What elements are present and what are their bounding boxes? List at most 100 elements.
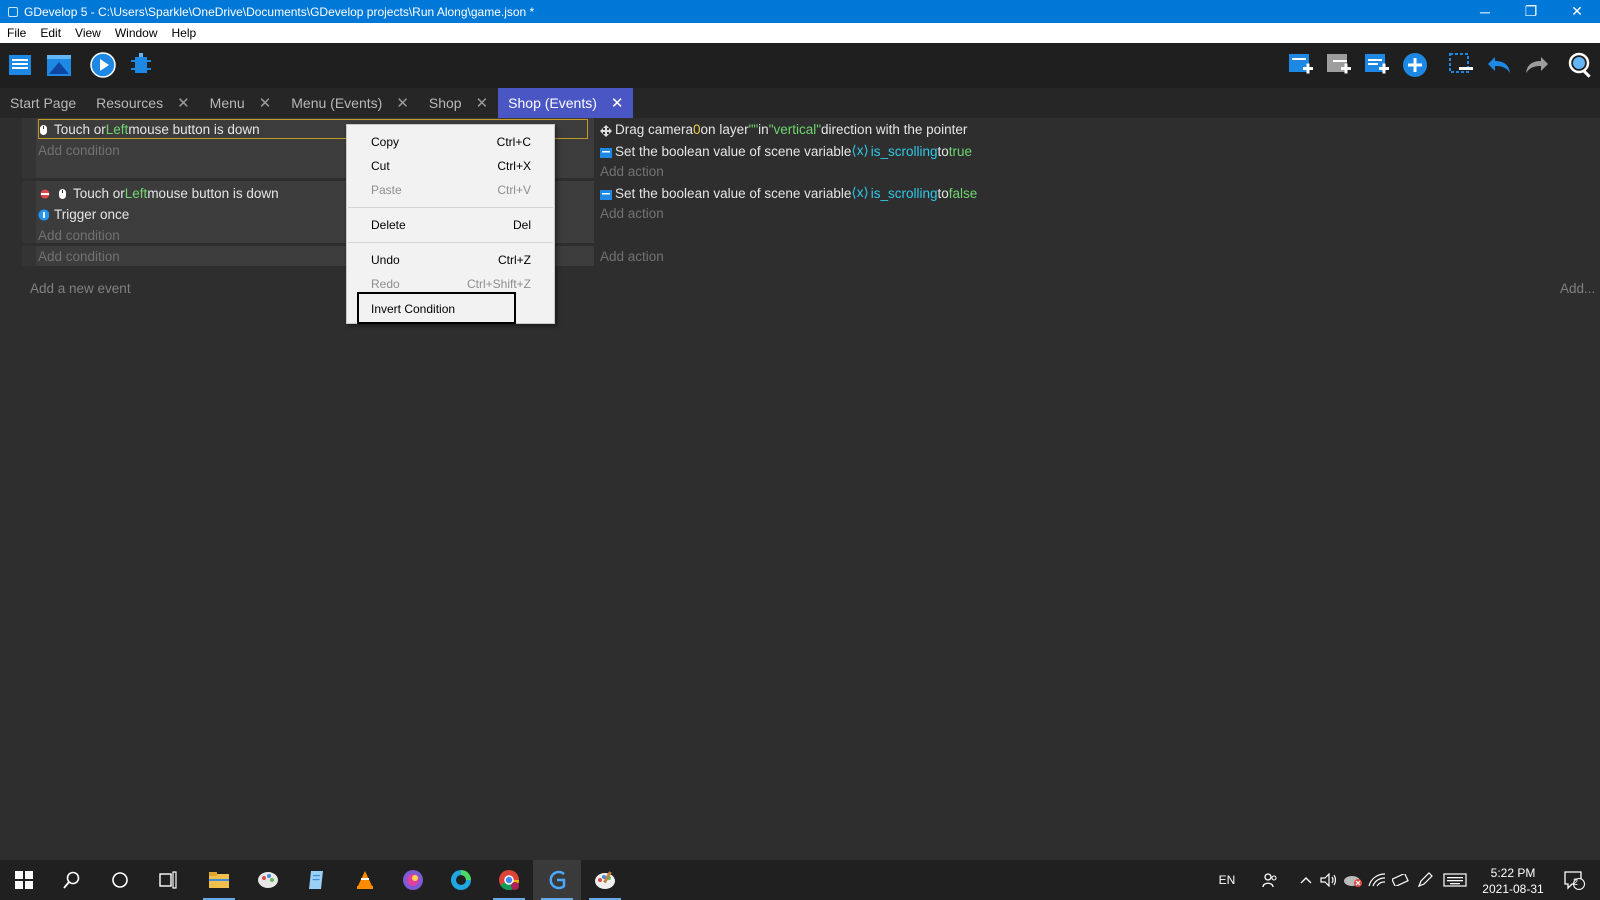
add-other-icon[interactable] (1400, 51, 1430, 79)
notepad-icon[interactable] (292, 860, 340, 900)
event-drag-handle[interactable] (22, 181, 36, 243)
add-action-link[interactable]: Add action (600, 206, 664, 221)
debugger-icon[interactable] (126, 51, 156, 79)
close-tab-icon[interactable]: ✕ (611, 94, 624, 112)
photos-icon[interactable] (389, 860, 437, 900)
paint-3d-icon[interactable] (244, 860, 292, 900)
people-icon[interactable] (1258, 860, 1282, 900)
action-text: direction with the pointer (821, 122, 968, 137)
project-manager-icon[interactable] (6, 51, 36, 79)
menu-item-cut[interactable]: Cut Ctrl+X (371, 159, 531, 173)
tab-label: Shop (428, 95, 462, 111)
menu-item-label: Undo (371, 253, 400, 267)
add-new-event-link[interactable]: Add a new event (30, 281, 131, 296)
variable-icon (600, 188, 612, 200)
close-tab-icon[interactable]: ✕ (396, 94, 409, 112)
action-param: is_scrolling (870, 185, 938, 201)
pen-icon[interactable] (1414, 860, 1436, 900)
mouse-icon (38, 124, 49, 136)
menu-file[interactable]: File (0, 26, 33, 40)
keyboard-icon[interactable] (1440, 860, 1470, 900)
search-icon[interactable] (1566, 51, 1596, 79)
undo-icon[interactable] (1484, 51, 1514, 79)
editor-tabs: Start Page Resources ✕ Menu ✕ Menu (Even… (0, 88, 1600, 118)
chrome-icon[interactable] (485, 860, 533, 900)
tab-start-page[interactable]: Start Page (0, 88, 86, 118)
add-sub-event-icon[interactable] (1324, 51, 1354, 79)
add-condition-link[interactable]: Add condition (38, 249, 120, 264)
menu-item-shortcut: Del (512, 218, 531, 232)
add-action-link[interactable]: Add action (600, 249, 664, 264)
language-indicator[interactable]: EN (1214, 860, 1240, 900)
menu-item-label: Copy (371, 135, 400, 149)
add-action-link[interactable]: Add action (600, 164, 664, 179)
action-set-variable-false[interactable]: Set the boolean value of scene variable … (600, 185, 977, 201)
tab-label: Menu (209, 95, 245, 111)
vlc-icon[interactable] (341, 860, 389, 900)
inverted-icon (38, 188, 52, 200)
event-drag-handle[interactable] (22, 246, 36, 266)
scene-list-icon[interactable] (44, 51, 74, 79)
menu-window[interactable]: Window (108, 26, 165, 40)
action-set-variable-true[interactable]: Set the boolean value of scene variable … (600, 143, 972, 159)
wifi-icon[interactable] (1366, 860, 1388, 900)
redo-icon[interactable] (1522, 51, 1552, 79)
condition-mouse-down[interactable]: Touch or Left mouse button is down (38, 122, 260, 137)
windows-start-icon[interactable] (0, 860, 48, 900)
edge-icon[interactable] (437, 860, 485, 900)
add-condition-link[interactable]: Add condition (38, 228, 120, 243)
action-param: is_scrolling (870, 143, 938, 159)
menu-item-shortcut: Ctrl+V (497, 183, 531, 197)
close-tab-icon[interactable]: ✕ (476, 94, 489, 112)
menu-separator (348, 242, 553, 243)
menu-item-copy[interactable]: Copy Ctrl+C (371, 135, 531, 149)
menu-item-delete[interactable]: Delete Del (371, 218, 531, 232)
cortana-icon[interactable] (96, 860, 144, 900)
menu-item-label: Cut (371, 159, 390, 173)
tab-menu-events[interactable]: Menu (Events) ✕ (281, 88, 419, 118)
menu-edit[interactable]: Edit (33, 26, 68, 40)
condition-mouse-down-inverted[interactable]: Touch or Left mouse button is down (38, 186, 279, 201)
close-tab-icon[interactable]: ✕ (177, 94, 190, 112)
condition-text: Trigger once (54, 207, 130, 222)
condition-param: Left (124, 186, 148, 201)
menu-item-invert-condition[interactable]: Invert Condition (371, 302, 531, 316)
onedrive-error-icon[interactable] (1342, 860, 1364, 900)
paint-icon[interactable] (581, 860, 629, 900)
delete-event-icon[interactable] (1446, 51, 1476, 79)
file-explorer-icon[interactable] (195, 860, 243, 900)
menu-view[interactable]: View (68, 26, 108, 40)
close-window-button[interactable]: ✕ (1554, 0, 1600, 23)
chevron-up-icon[interactable] (1296, 860, 1316, 900)
menu-item-paste: Paste Ctrl+V (371, 183, 531, 197)
preview-play-icon[interactable] (88, 51, 118, 79)
add-condition-link[interactable]: Add condition (38, 143, 120, 158)
main-toolbar (0, 43, 1600, 88)
tab-menu[interactable]: Menu ✕ (200, 88, 282, 118)
notification-center-icon[interactable]: 2 (1556, 860, 1592, 900)
system-clock[interactable]: 5:22 PM 2021-08-31 (1476, 865, 1550, 897)
tab-shop-events[interactable]: Shop (Events) ✕ (498, 88, 634, 118)
tab-resources[interactable]: Resources ✕ (86, 88, 200, 118)
add-event-icon[interactable] (1286, 51, 1316, 79)
volume-icon[interactable] (1318, 860, 1340, 900)
add-comment-icon[interactable] (1362, 51, 1392, 79)
gdevelop-icon[interactable] (533, 860, 581, 900)
event-drag-handle[interactable] (22, 118, 36, 178)
condition-trigger-once[interactable]: Trigger once (38, 207, 129, 222)
action-drag-camera[interactable]: Drag camera 0 on layer "" in "vertical" … (600, 122, 967, 137)
restore-button[interactable]: ❐ (1508, 0, 1554, 23)
mouse-icon (57, 188, 68, 200)
menu-help[interactable]: Help (165, 26, 204, 40)
tab-shop[interactable]: Shop ✕ (419, 88, 498, 118)
task-view-icon[interactable] (144, 860, 192, 900)
battery-icon[interactable] (1390, 860, 1412, 900)
menu-item-undo[interactable]: Undo Ctrl+Z (371, 253, 531, 267)
condition-text: mouse button is down (128, 122, 260, 137)
menu-item-label: Invert Condition (371, 302, 456, 316)
close-tab-icon[interactable]: ✕ (259, 94, 272, 112)
add-more-link[interactable]: Add... (1560, 281, 1595, 296)
menu-item-shortcut: Ctrl+Shift+Z (466, 277, 531, 291)
minimize-button[interactable]: ─ (1462, 0, 1508, 23)
search-icon[interactable] (48, 860, 96, 900)
